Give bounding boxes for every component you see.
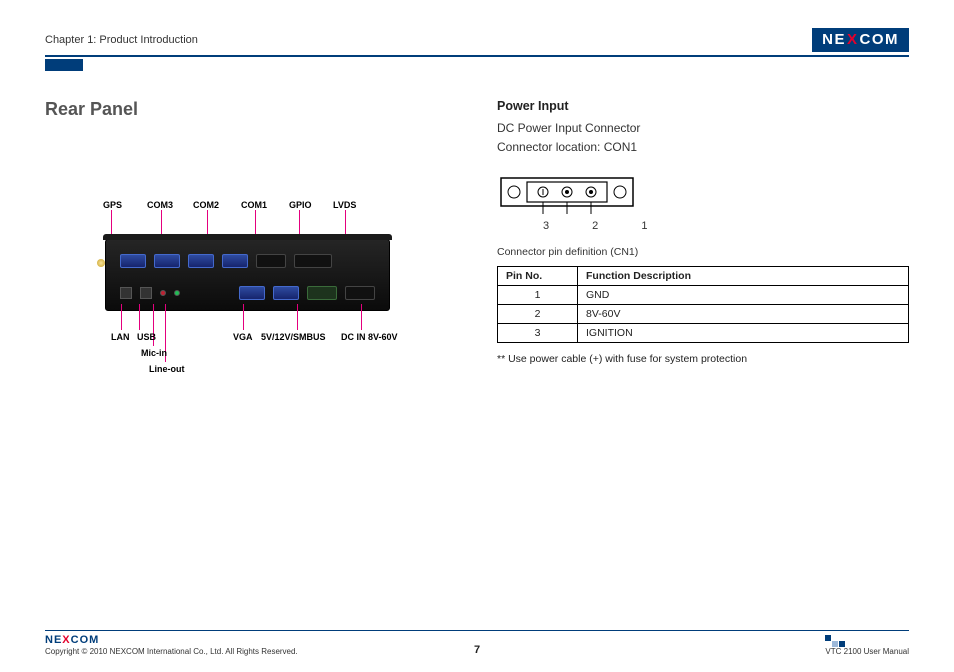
chapter-title: Chapter 1: Product Introduction <box>45 34 198 46</box>
content-columns: Rear Panel GPS COM3 COM2 COM1 GPIO LVDS <box>45 99 909 394</box>
serial-port-icon <box>222 254 248 268</box>
cell-pin: 3 <box>498 324 578 343</box>
label-gpio: GPIO <box>289 200 312 210</box>
footer-squares-icon <box>825 635 909 647</box>
lvds-port-icon <box>294 254 332 268</box>
label-gps: GPS <box>103 200 122 210</box>
label-com3: COM3 <box>147 200 173 210</box>
cell-pin: 1 <box>498 286 578 305</box>
brand-logo: NEXCOM <box>812 28 909 52</box>
manual-name: VTC 2100 User Manual <box>825 647 909 656</box>
serial-port-icon <box>154 254 180 268</box>
logo-text-post: COM <box>71 634 100 646</box>
antenna-icon <box>97 259 105 267</box>
vga-port-icon <box>239 286 265 300</box>
footnote: ** Use power cable (+) with fuse for sys… <box>497 353 909 365</box>
table-row: 1 GND <box>498 286 909 305</box>
cell-fn: GND <box>578 286 909 305</box>
logo-text-pre: NE <box>822 31 846 48</box>
leader-line <box>121 304 122 330</box>
left-column: Rear Panel GPS COM3 COM2 COM1 GPIO LVDS <box>45 99 457 394</box>
table-row: 3 IGNITION <box>498 324 909 343</box>
right-column: Power Input DC Power Input Connector Con… <box>497 99 909 394</box>
table-row: 2 8V-60V <box>498 305 909 324</box>
label-smbus: 5V/12V/SMBUS <box>261 332 326 342</box>
logo-text-post: COM <box>860 31 900 48</box>
label-com1: COM1 <box>241 200 267 210</box>
device-body <box>105 239 390 311</box>
logo-x-icon: X <box>62 634 70 646</box>
table-caption: Connector pin definition (CN1) <box>497 246 909 258</box>
th-function: Function Description <box>578 267 909 286</box>
leader-line <box>361 304 362 330</box>
rear-panel-diagram: GPS COM3 COM2 COM1 GPIO LVDS <box>45 164 445 394</box>
section-title: Rear Panel <box>45 99 457 120</box>
serial-port-icon <box>120 254 146 268</box>
label-mic: Mic-in <box>141 348 167 358</box>
connector-diagram: 3 2 1 <box>497 174 909 232</box>
port-row-bottom <box>120 286 375 300</box>
section-tab <box>45 59 83 71</box>
cell-pin: 2 <box>498 305 578 324</box>
gpio-port-icon <box>256 254 286 268</box>
vga-port-icon <box>273 286 299 300</box>
page-header: Chapter 1: Product Introduction NEXCOM <box>45 28 909 52</box>
logo-text-pre: NE <box>45 634 62 646</box>
audio-jack-icon <box>174 290 180 296</box>
page-number: 7 <box>474 644 480 656</box>
port-row-top <box>120 254 375 268</box>
smbus-port-icon <box>307 286 337 300</box>
pin-table: Pin No. Function Description 1 GND 2 8V-… <box>497 266 909 343</box>
footer-left: NEXCOM Copyright © 2010 NEXCOM Internati… <box>45 634 298 656</box>
page-footer: NEXCOM Copyright © 2010 NEXCOM Internati… <box>45 630 909 657</box>
label-usb: USB <box>137 332 156 342</box>
usb-port-icon <box>140 287 152 299</box>
label-vga: VGA <box>233 332 253 342</box>
cell-fn: IGNITION <box>578 324 909 343</box>
footer-row: NEXCOM Copyright © 2010 NEXCOM Internati… <box>45 634 909 656</box>
pin-numbers: 3 2 1 <box>543 220 909 232</box>
header-rule <box>45 55 909 57</box>
power-desc-2: Connector location: CON1 <box>497 138 909 157</box>
label-com2: COM2 <box>193 200 219 210</box>
label-lan: LAN <box>111 332 130 342</box>
label-dcin: DC IN 8V-60V <box>341 332 398 342</box>
connector-svg-icon <box>497 174 647 216</box>
leader-line <box>297 304 298 330</box>
table-header-row: Pin No. Function Description <box>498 267 909 286</box>
footer-right: VTC 2100 User Manual <box>825 635 909 656</box>
copyright-text: Copyright © 2010 NEXCOM International Co… <box>45 647 298 656</box>
label-lvds: LVDS <box>333 200 356 210</box>
serial-port-icon <box>188 254 214 268</box>
lan-port-icon <box>120 287 132 299</box>
power-input-title: Power Input <box>497 99 909 113</box>
cell-fn: 8V-60V <box>578 305 909 324</box>
th-pin: Pin No. <box>498 267 578 286</box>
logo-x-icon: X <box>847 31 859 48</box>
audio-jack-icon <box>160 290 166 296</box>
footer-logo: NEXCOM <box>45 634 298 646</box>
leader-line <box>139 304 140 330</box>
dc-in-port-icon <box>345 286 375 300</box>
label-lineout: Line-out <box>149 364 185 374</box>
power-desc-1: DC Power Input Connector <box>497 119 909 138</box>
leader-line <box>243 304 244 330</box>
footer-rule <box>45 630 909 632</box>
